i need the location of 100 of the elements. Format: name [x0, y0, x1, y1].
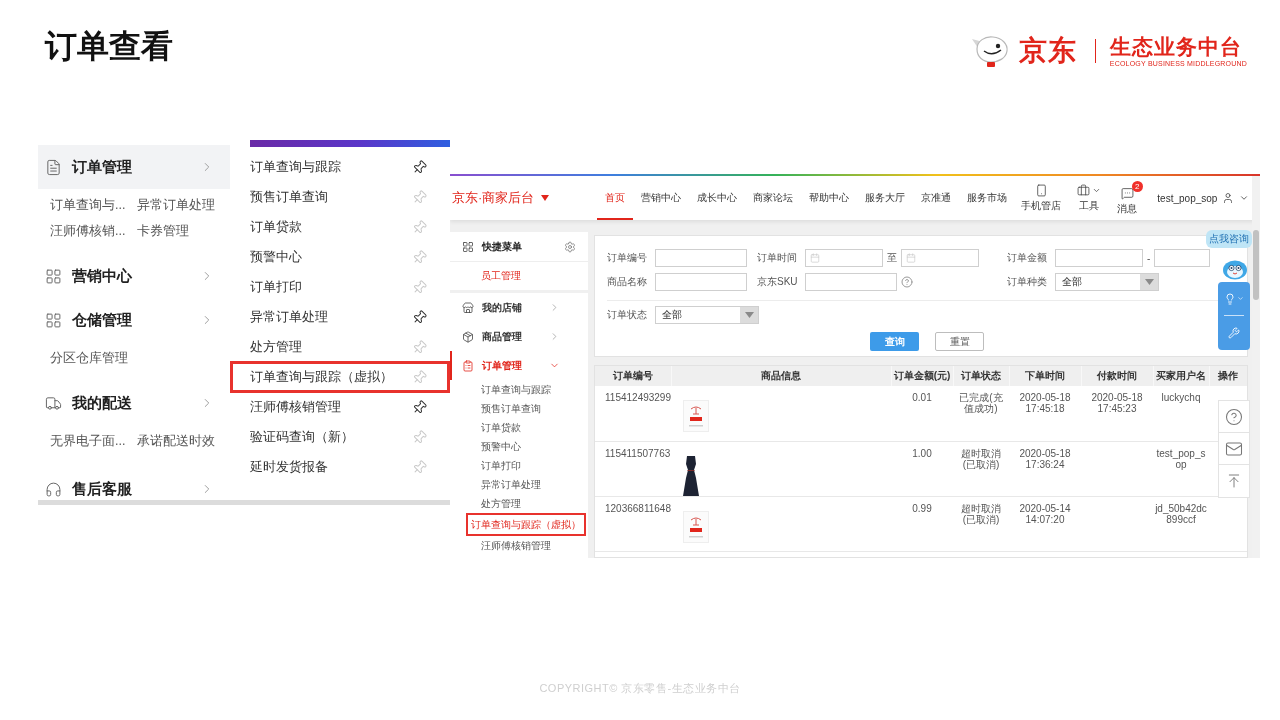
sidebar-item[interactable]: 订单贷款 — [450, 418, 588, 437]
column-header: 付款时间 — [1081, 366, 1153, 386]
submenu-item[interactable]: 订单贷款 — [230, 212, 450, 242]
table-cell: 1.00 — [891, 441, 953, 496]
menu-link[interactable]: 卡券管理 — [137, 223, 189, 239]
date-field[interactable] — [901, 249, 979, 267]
menu-link[interactable]: 无界电子面... — [50, 433, 126, 449]
submenu-item[interactable]: 预售订单查询 — [230, 182, 450, 212]
input-field[interactable] — [1055, 249, 1143, 267]
table-cell: 0.99 — [891, 496, 953, 551]
column-header: 商品信息 — [671, 366, 891, 386]
sidebar-group[interactable]: 订单管理 — [450, 351, 588, 380]
menu-category[interactable]: 我的配送 — [38, 381, 230, 425]
truck-icon — [45, 394, 62, 412]
column-header: 订单状态 — [953, 366, 1009, 386]
messages-button[interactable]: 2 消息 — [1111, 180, 1148, 216]
document-icon — [45, 158, 62, 176]
submenu-item[interactable]: 订单查询与跟踪 — [230, 152, 450, 182]
mobile-shop-button[interactable]: 手机管店 — [1015, 183, 1068, 213]
submenu-item[interactable]: 验证码查询（新） — [230, 422, 450, 452]
field-label: 商品名称 — [607, 275, 648, 289]
nav-tab[interactable]: 成长中心 — [689, 176, 746, 220]
calendar-icon — [906, 253, 916, 263]
menu-category[interactable]: 订单管理 — [38, 145, 230, 189]
section-title: 快捷菜单 — [482, 239, 522, 254]
nav-tab[interactable]: 京准通 — [913, 176, 960, 220]
sidebar-item[interactable]: 处方管理 — [450, 494, 588, 513]
range-separator: 至 — [887, 251, 897, 265]
column-header: 订单编号 — [595, 366, 671, 386]
settings-icon[interactable] — [564, 240, 576, 253]
select-field[interactable]: 全部 — [1055, 273, 1159, 291]
scrollbar[interactable] — [38, 500, 450, 505]
submenu-item[interactable]: 预警中心 — [230, 242, 450, 272]
sidebar-item[interactable]: 预警中心 — [450, 437, 588, 456]
submenu-item[interactable]: 汪师傅核销管理 — [230, 392, 450, 422]
dress-photo — [683, 455, 699, 496]
table-cell: 120366811648 — [595, 496, 671, 551]
nav-tab[interactable]: 服务市场 — [959, 176, 1016, 220]
reset-button[interactable]: 重置 — [935, 332, 984, 351]
slide-title: 订单查看 — [45, 27, 173, 66]
date-field[interactable] — [805, 249, 883, 267]
sidebar-item[interactable]: 异常订单处理 — [450, 475, 588, 494]
lightbulb-icon[interactable] — [1224, 292, 1236, 305]
submenu-item[interactable]: 异常订单处理 — [230, 302, 450, 332]
field-label: 订单编号 — [607, 251, 648, 265]
submenu-item[interactable]: 处方管理 — [230, 332, 450, 362]
menu-link[interactable]: 承诺配送时效 — [137, 433, 215, 449]
user-icon — [1222, 192, 1235, 204]
consult-link[interactable]: 点我咨询 — [1206, 230, 1252, 248]
menu-link[interactable]: 分区仓库管理 — [50, 350, 128, 366]
column-header: 买家用户名 — [1153, 366, 1209, 386]
headset-icon — [45, 480, 62, 498]
nav-tab[interactable]: 首页 — [597, 176, 634, 220]
brand-name: 京东 — [1018, 35, 1077, 67]
submenu-item[interactable]: 延时发货报备 — [230, 452, 450, 482]
field-label: 订单时间 — [757, 251, 798, 265]
product-photo — [683, 510, 709, 543]
menu-category[interactable]: 营销中心 — [38, 254, 230, 298]
tools-button[interactable]: 工具 — [1071, 183, 1108, 213]
table-cell: 2020-05-14 14:07:20 — [1009, 496, 1081, 551]
brand-menu[interactable]: 京东·商家后台 — [450, 189, 550, 207]
nav-tab[interactable]: 营销中心 — [633, 176, 690, 220]
sidebar-item[interactable]: 订单查询与跟踪（虚拟） — [466, 513, 586, 536]
input-field[interactable] — [805, 273, 897, 291]
menu-link[interactable]: 汪师傅核销... — [50, 223, 126, 239]
table-cell: 115412493299 — [595, 386, 671, 441]
grid-icon — [45, 267, 62, 285]
wrench-icon[interactable] — [1228, 326, 1240, 339]
store-icon — [462, 301, 474, 314]
table-cell: luckychq — [1153, 386, 1209, 441]
caret-icon — [541, 195, 550, 201]
input-field[interactable] — [655, 273, 747, 291]
submenu-item[interactable]: 订单打印 — [230, 272, 450, 302]
sidebar-group[interactable]: 我的店铺 — [450, 293, 588, 322]
field-label: 订单种类 — [1007, 275, 1048, 289]
help-icon[interactable] — [901, 276, 913, 288]
table-cell: test_pop_sop — [1153, 441, 1209, 496]
select-field[interactable]: 全部 — [655, 306, 759, 324]
menu-category[interactable]: 售后客服 — [38, 464, 230, 500]
sidebar-group[interactable]: 商品管理 — [450, 322, 588, 351]
column-header: 操作 — [1209, 366, 1247, 386]
sidebar-item[interactable]: 预售订单查询 — [450, 399, 588, 418]
sidebar-item[interactable]: 订单打印 — [450, 456, 588, 475]
nav-tab[interactable]: 帮助中心 — [801, 176, 858, 220]
menu-link[interactable]: 异常订单处理 — [137, 197, 215, 213]
submenu-item[interactable]: 订单查询与跟踪（虚拟） — [230, 361, 450, 393]
table-cell: 115411507763 — [595, 441, 671, 496]
input-field[interactable] — [1154, 249, 1211, 267]
field-label: 订单金额 — [1007, 251, 1048, 265]
sidebar-item[interactable]: 订单查询与跟踪 — [450, 380, 588, 399]
field-label: 订单状态 — [607, 308, 648, 322]
menu-category[interactable]: 仓储管理 — [38, 298, 230, 342]
input-field[interactable] — [655, 249, 747, 267]
nav-tab[interactable]: 服务大厅 — [857, 176, 914, 220]
quick-link[interactable]: 员工管理 — [450, 262, 588, 290]
nav-tab[interactable]: 商家论坛 — [745, 176, 802, 220]
sidebar-item[interactable]: 汪师傅核销管理 — [450, 536, 588, 555]
notification-badge: 2 — [1131, 181, 1143, 192]
menu-link[interactable]: 订单查询与... — [50, 197, 126, 213]
account-menu[interactable]: test_pop_sop — [1157, 192, 1250, 204]
